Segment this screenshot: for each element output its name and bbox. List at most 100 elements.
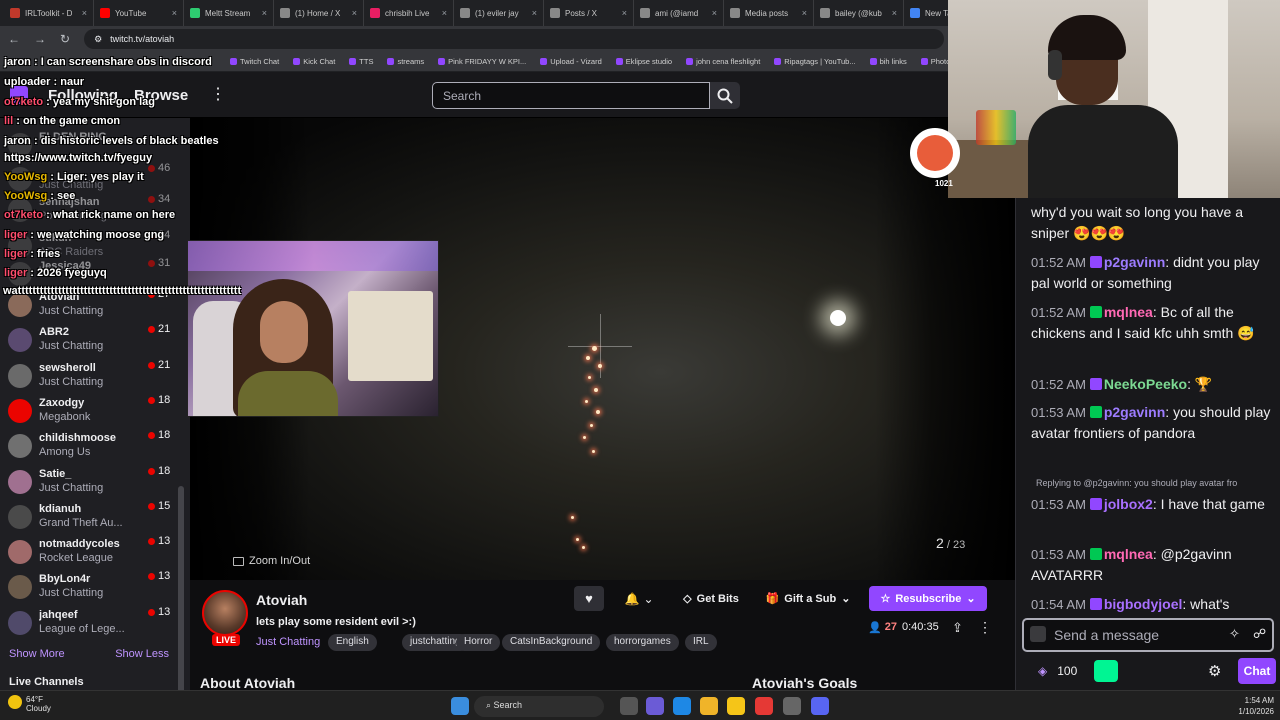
sidebar-channel[interactable]: notmaddycoles Rocket League 13 bbox=[8, 535, 188, 571]
bookmark-item[interactable]: Pink FRIDAYY W KPI... bbox=[438, 57, 526, 66]
gift-sub-button[interactable]: 🎁 Gift a Sub ⌄ bbox=[760, 586, 856, 611]
emote-picker-icon[interactable] bbox=[1030, 626, 1046, 642]
viewer-count: 21 bbox=[158, 358, 171, 371]
streamer-avatar[interactable] bbox=[202, 590, 248, 636]
bookmark-item[interactable]: Ripagtags | YouTub... bbox=[774, 57, 856, 66]
bookmark-item[interactable]: bih links bbox=[869, 57, 907, 66]
browser-tab[interactable]: chrisbih Live × bbox=[364, 0, 454, 26]
sidebar-channel[interactable]: kdianuh Grand Theft Au... 15 bbox=[8, 500, 188, 536]
get-bits-button[interactable]: ◇ Get Bits bbox=[676, 586, 746, 611]
chat-username[interactable]: jolbox2 bbox=[1104, 496, 1153, 512]
weather-widget[interactable]: 64°F Cloudy bbox=[8, 695, 51, 713]
browser-tab[interactable]: IRLToolkit - D × bbox=[4, 0, 94, 26]
stream-tag[interactable]: horrorgames bbox=[606, 634, 679, 651]
overlay-chat-text: on the game cmon bbox=[22, 115, 121, 127]
channel-avatar bbox=[8, 575, 32, 600]
sidebar-channel[interactable]: childishmoose Among Us 18 bbox=[8, 429, 188, 465]
url-field[interactable]: ⚙ twitch.tv/atoviah bbox=[84, 29, 945, 49]
sidebar-channel[interactable]: sewsheroll Just Chatting 21 bbox=[8, 358, 188, 395]
close-tab-icon[interactable]: × bbox=[352, 8, 357, 18]
bookmark-item[interactable]: Eklipse studio bbox=[615, 57, 672, 66]
bookmark-item[interactable]: TTS bbox=[349, 57, 373, 66]
close-tab-icon[interactable]: × bbox=[82, 8, 87, 18]
sidebar-channel[interactable]: Satie_ Just Chatting 18 bbox=[8, 465, 188, 501]
chat-input[interactable]: Send a message ✧ ☍ bbox=[1022, 618, 1274, 652]
system-clock[interactable]: 1:54 AM 1/10/2026 bbox=[1228, 695, 1274, 717]
chat-username[interactable]: p2gavinn bbox=[1104, 404, 1165, 420]
windows-taskbar: 64°F Cloudy ⌕ Search 1:54 AM 1/10/2026 bbox=[0, 690, 1280, 720]
chat-timestamp: 01:53 AM bbox=[1031, 497, 1086, 512]
site-info-icon[interactable]: ⚙ bbox=[94, 34, 102, 45]
sidebar-channel[interactable]: Zaxodgy Megabonk 18 bbox=[8, 394, 188, 430]
forward-icon[interactable]: → bbox=[34, 32, 46, 46]
chat-settings-icon[interactable]: ⚙ bbox=[1208, 662, 1221, 680]
overlay-chat-user: YooWsg bbox=[4, 171, 48, 183]
close-tab-icon[interactable]: × bbox=[532, 8, 537, 18]
search-input[interactable]: Search bbox=[432, 82, 710, 109]
reload-icon[interactable]: ↻ bbox=[60, 32, 70, 46]
obs-icon[interactable] bbox=[783, 697, 801, 715]
stream-tag[interactable]: IRL bbox=[685, 634, 717, 651]
search-button[interactable] bbox=[710, 82, 740, 109]
show-less-link[interactable]: Show Less bbox=[115, 648, 169, 660]
start-menu-icon[interactable] bbox=[451, 697, 469, 715]
store-icon[interactable] bbox=[727, 697, 745, 715]
stream-tag[interactable]: English bbox=[328, 634, 377, 651]
close-tab-icon[interactable]: × bbox=[892, 8, 897, 18]
viewer-count: 21 bbox=[158, 323, 171, 336]
browser-tab[interactable]: bailey (@kub × bbox=[814, 0, 904, 26]
sparkle-icon[interactable]: ✧ bbox=[1229, 626, 1240, 642]
close-tab-icon[interactable]: × bbox=[712, 8, 717, 18]
sidebar-channel[interactable]: ABR2 Just Chatting 21 bbox=[8, 323, 188, 359]
sidebar-channel[interactable]: BbyLon4r Just Chatting 13 bbox=[8, 570, 188, 606]
background-shelf bbox=[348, 291, 433, 381]
stream-category[interactable]: Just Chatting bbox=[256, 636, 320, 648]
follow-heart-button[interactable]: ♥ bbox=[574, 586, 604, 611]
close-tab-icon[interactable]: × bbox=[442, 8, 447, 18]
close-tab-icon[interactable]: × bbox=[802, 8, 807, 18]
browser-tab[interactable]: (1) Home / X × bbox=[274, 0, 364, 26]
chat-username[interactable]: NeekoPeeko bbox=[1104, 376, 1187, 392]
bookmark-item[interactable]: Kick Chat bbox=[293, 57, 335, 66]
browser-tab[interactable]: YouTube × bbox=[94, 0, 184, 26]
chat-username[interactable]: mqlnea bbox=[1104, 304, 1153, 320]
share-icon[interactable]: ⇪ bbox=[952, 620, 963, 636]
notifications-button[interactable]: 🔔 ⌄ bbox=[618, 586, 660, 611]
browser-tab[interactable]: ami (@iamd × bbox=[634, 0, 724, 26]
browser-tab[interactable]: Media posts × bbox=[724, 0, 814, 26]
file-explorer-icon[interactable] bbox=[700, 697, 718, 715]
live-dot-icon bbox=[148, 538, 155, 546]
channel-name: childishmoose bbox=[39, 432, 117, 445]
copilot-icon[interactable] bbox=[646, 697, 664, 715]
browser-tab[interactable]: Meltt Stream × bbox=[184, 0, 274, 26]
streamer-name[interactable]: Atoviah bbox=[256, 592, 307, 608]
more-options-icon[interactable]: ⋮ bbox=[978, 619, 992, 636]
chat-username[interactable]: p2gavinn bbox=[1104, 254, 1165, 270]
bookmark-item[interactable]: streams bbox=[387, 57, 424, 66]
task-view-icon[interactable] bbox=[620, 697, 638, 715]
close-tab-icon[interactable]: × bbox=[172, 8, 177, 18]
bookmark-item[interactable]: john cena fleshlight bbox=[686, 57, 760, 66]
overlay-chat-user: ot7keto bbox=[4, 96, 44, 108]
chat-send-button[interactable]: Chat bbox=[1238, 658, 1276, 684]
discord-icon[interactable] bbox=[811, 697, 829, 715]
claim-bonus-button[interactable] bbox=[1094, 660, 1118, 682]
back-icon[interactable]: ← bbox=[8, 32, 20, 46]
stream-tag[interactable]: CatsInBackground bbox=[502, 634, 601, 651]
show-more-row: Show More Show Less bbox=[9, 648, 184, 660]
stream-tag[interactable]: Horror bbox=[456, 634, 501, 651]
bits-cheer-icon[interactable]: ☍ bbox=[1253, 626, 1266, 642]
resubscribe-button[interactable]: ☆ Resubscribe ⌄ bbox=[869, 586, 987, 611]
sidebar-channel[interactable]: jahqeef League of Lege... 13 bbox=[8, 606, 188, 642]
close-tab-icon[interactable]: × bbox=[622, 8, 627, 18]
taskbar-search[interactable]: ⌕ Search bbox=[474, 696, 604, 717]
show-more-link[interactable]: Show More bbox=[9, 648, 65, 660]
chrome-icon[interactable] bbox=[755, 697, 773, 715]
bookmark-item[interactable]: Upload - Vizard bbox=[540, 57, 602, 66]
chat-username[interactable]: mqlnea bbox=[1104, 546, 1153, 562]
browser-tab[interactable]: (1) eviler jay × bbox=[454, 0, 544, 26]
edge-icon[interactable] bbox=[673, 697, 691, 715]
browser-tab[interactable]: Posts / X × bbox=[544, 0, 634, 26]
close-tab-icon[interactable]: × bbox=[262, 8, 267, 18]
chat-username[interactable]: bigbodyjoel bbox=[1104, 596, 1183, 612]
